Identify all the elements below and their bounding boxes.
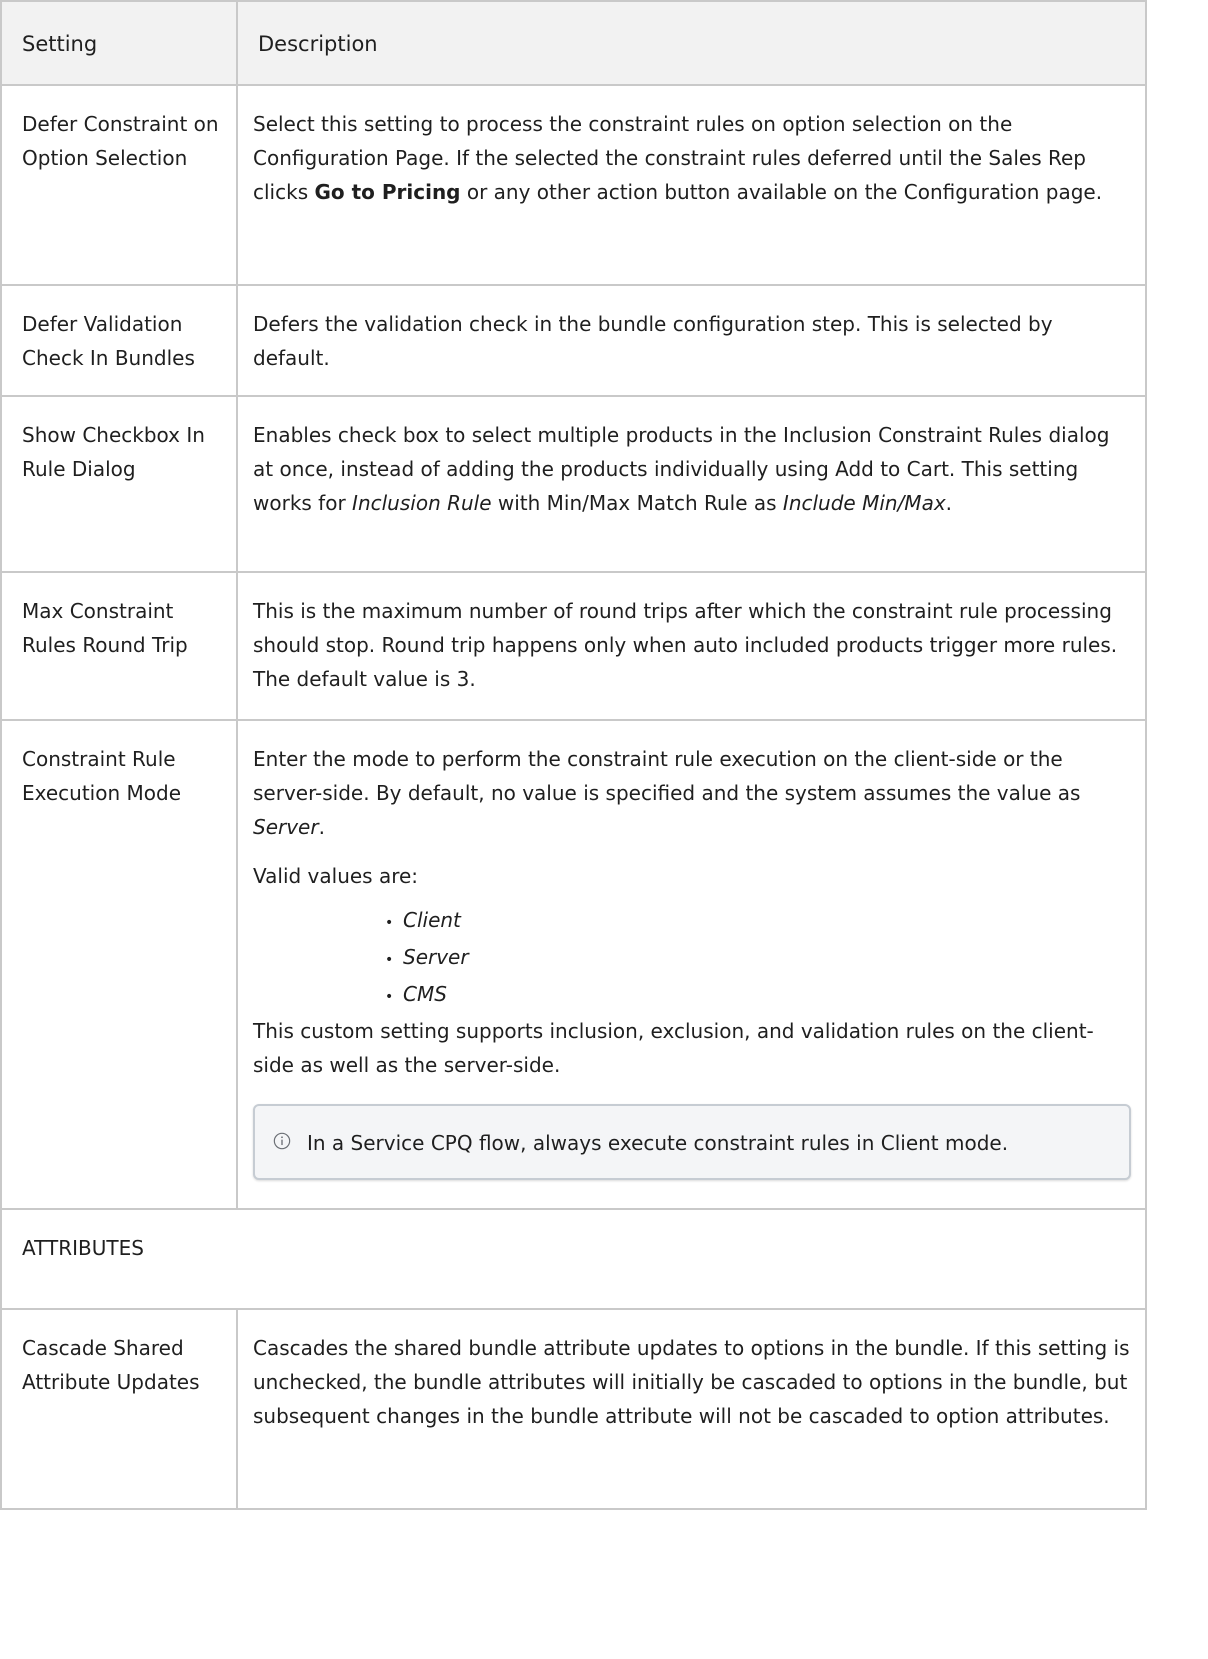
table-row: Constraint Rule Execution Mode Enter the… — [0, 719, 1147, 1210]
setting-name: Cascade Shared Attribute Updates — [0, 1308, 238, 1510]
list-item: Client — [403, 903, 1131, 940]
setting-description: This is the maximum number of round trip… — [236, 571, 1147, 721]
setting-name: Defer Validation Check In Bundles — [0, 284, 238, 397]
setting-description: Select this setting to process the const… — [236, 84, 1147, 286]
table-row: Show Checkbox In Rule Dialog Enables che… — [0, 395, 1147, 573]
description-text-mid: with Min/Max Match Rule as — [491, 491, 783, 515]
description-text: Enter the mode to perform the constraint… — [253, 742, 1131, 844]
setting-name: Max Constraint Rules Round Trip — [0, 571, 238, 721]
value-cms: CMS — [403, 982, 447, 1006]
section-row: ATTRIBUTES — [0, 1208, 1147, 1310]
description-text-post: . — [318, 815, 325, 839]
setting-description: Enter the mode to perform the constraint… — [236, 719, 1147, 1210]
table-row: Defer Constraint on Option Selection Sel… — [0, 84, 1147, 286]
value-client: Client — [403, 908, 461, 932]
table-header-row: Setting Description — [0, 0, 1147, 86]
list-item: Server — [403, 940, 1131, 977]
include-min-max-term: Include Min/Max — [782, 491, 946, 515]
description-text-post: . — [945, 491, 953, 515]
column-header-setting: Setting — [0, 0, 238, 86]
setting-name: Show Checkbox In Rule Dialog — [0, 395, 238, 573]
valid-values-label: Valid values are: — [253, 864, 419, 888]
description-text: Enables check box to select multiple pro… — [253, 418, 1131, 520]
column-header-description: Description — [236, 0, 1147, 86]
description-text-after: This custom setting supports inclusion, … — [253, 1019, 1094, 1077]
description-text-pre: Enter the mode to perform the constraint… — [253, 747, 1081, 805]
server-term: Server — [253, 815, 319, 839]
description-text-post: or any other action button available on … — [460, 180, 1103, 204]
go-to-pricing-label: Go to Pricing — [314, 180, 461, 204]
table-row: Max Constraint Rules Round Trip This is … — [0, 571, 1147, 721]
setting-description: Enables check box to select multiple pro… — [236, 395, 1147, 573]
settings-table: Setting Description Defer Constraint on … — [0, 0, 1147, 1510]
info-icon — [273, 1132, 291, 1150]
note-text: In a Service CPQ flow, always execute co… — [307, 1131, 1009, 1155]
value-server: Server — [403, 945, 469, 969]
section-heading-attributes: ATTRIBUTES — [0, 1208, 1147, 1310]
setting-description: Cascades the shared bundle attribute upd… — [236, 1308, 1147, 1510]
setting-name: Defer Constraint on Option Selection — [0, 84, 238, 286]
valid-values-list: Client Server CMS — [253, 903, 1131, 1014]
table-row: Cascade Shared Attribute Updates Cascade… — [0, 1308, 1147, 1510]
setting-description: Defers the validation check in the bundl… — [236, 284, 1147, 397]
description-text: Select this setting to process the const… — [253, 107, 1131, 209]
list-item: CMS — [403, 977, 1131, 1014]
inclusion-rule-term: Inclusion Rule — [352, 491, 492, 515]
setting-name: Constraint Rule Execution Mode — [0, 719, 238, 1210]
info-note: In a Service CPQ flow, always execute co… — [253, 1104, 1131, 1180]
table-row: Defer Validation Check In Bundles Defers… — [0, 284, 1147, 397]
